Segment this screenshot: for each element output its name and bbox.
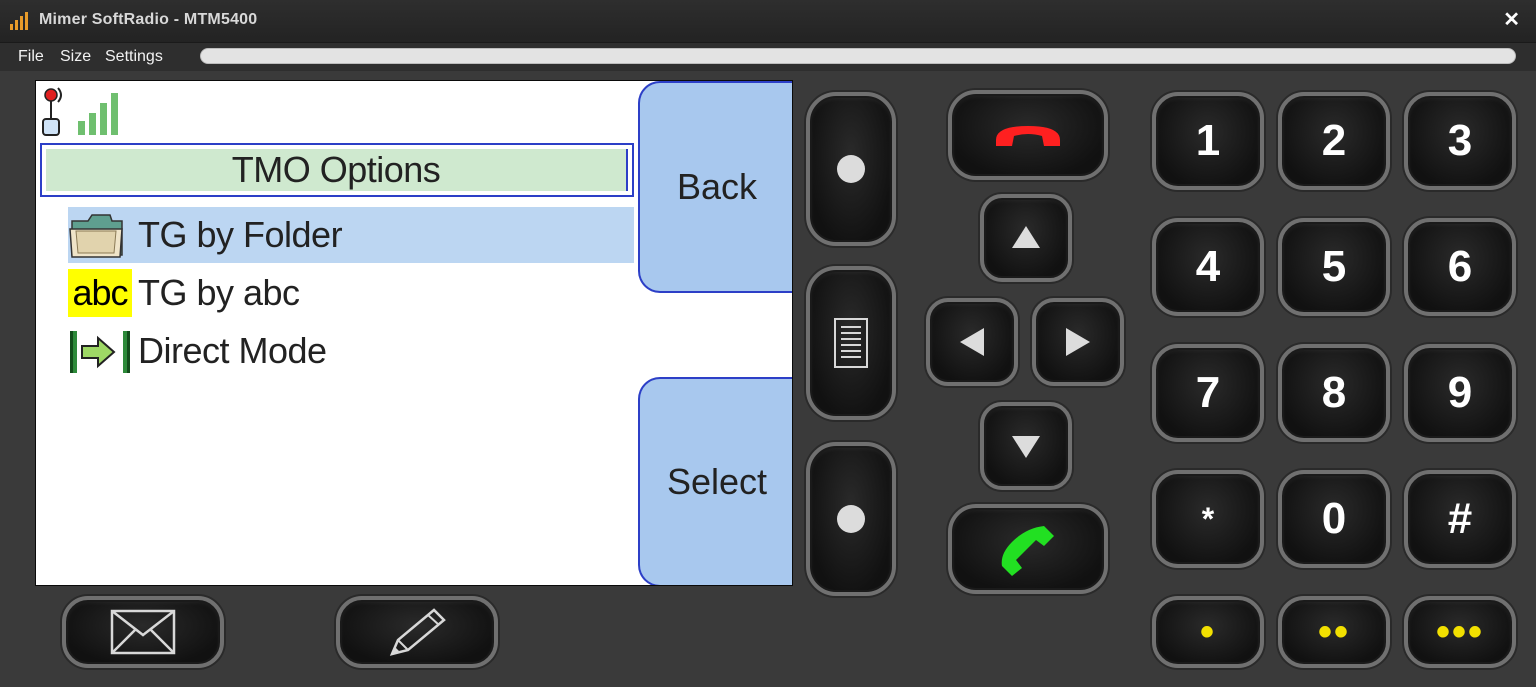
key-0[interactable]: 0 [1278,470,1390,568]
arrow-up-icon [1012,226,1040,248]
status-progress-bar [200,48,1516,64]
list-item-label: TG by Folder [138,214,343,255]
key-label: 9 [1447,368,1473,417]
start-call-button[interactable] [948,504,1108,594]
key-label: 5 [1321,242,1347,291]
edit-button[interactable] [336,596,498,668]
nav-up-button[interactable] [980,194,1072,282]
arrow-down-icon [1012,436,1040,458]
key-9[interactable]: 9 [1404,344,1516,442]
key-label: 2 [1321,116,1347,165]
menu-settings[interactable]: Settings [105,48,163,66]
signal-bars-icon [10,12,28,30]
key-label: # [1447,494,1473,543]
menu-button[interactable] [806,266,896,420]
key-hash[interactable]: # [1404,470,1516,568]
call-icon [1001,526,1054,576]
key-2[interactable]: 2 [1278,92,1390,190]
close-button[interactable]: ✕ [1503,9,1520,31]
key-5[interactable]: 5 [1278,218,1390,316]
menu-list-icon [834,318,868,368]
key-label: 7 [1195,368,1221,417]
key-3[interactable]: 3 [1404,92,1516,190]
menu-header: TMO Options [40,143,634,197]
quick-key-2[interactable]: •• [1278,596,1390,668]
key-label: 3 [1447,116,1473,165]
dot-indicator-1: • [1199,610,1216,654]
list-item-tg-by-abc[interactable]: abc TG by abc [68,265,634,321]
list-item-direct-mode[interactable]: Direct Mode [68,323,634,379]
quick-key-1[interactable]: • [1152,596,1264,668]
envelope-icon [110,609,176,655]
arrow-left-icon [960,328,984,356]
key-label: * [1201,500,1215,537]
end-call-icon [996,126,1060,146]
nav-left-button[interactable] [926,298,1018,386]
menu-size[interactable]: Size [60,48,91,66]
end-call-button[interactable] [948,90,1108,180]
abc-icon: abc [68,269,132,317]
list-item-label: TG by abc [138,272,300,313]
menu-header-title: TMO Options [46,149,628,191]
messages-button[interactable] [62,596,224,668]
key-8[interactable]: 8 [1278,344,1390,442]
key-label: 1 [1195,116,1221,165]
list-item-label: Direct Mode [138,330,327,371]
key-star[interactable]: * [1152,470,1264,568]
key-label: 4 [1195,242,1221,291]
key-label: 8 [1321,368,1347,417]
list-item-tg-by-folder[interactable]: TG by Folder [68,207,634,263]
dot-icon [837,155,865,183]
window-title: Mimer SoftRadio - MTM5400 [39,11,258,28]
softkey-back[interactable]: Back [638,81,792,293]
dot-indicator-2: •• [1317,610,1350,654]
softkey-left-upper-button[interactable] [806,92,896,246]
direct-mode-icon [70,331,130,373]
key-7[interactable]: 7 [1152,344,1264,442]
title-bar: Mimer SoftRadio - MTM5400 ✕ [0,0,1536,43]
nav-right-button[interactable] [1032,298,1124,386]
dot-indicator-3: ••• [1435,610,1484,654]
menu-file[interactable]: File [18,48,44,66]
pencil-icon [389,608,446,656]
softkey-select[interactable]: Select [638,377,792,585]
softkey-left-lower-button[interactable] [806,442,896,596]
key-4[interactable]: 4 [1152,218,1264,316]
key-label: 0 [1321,494,1347,543]
signal-strength-icon [42,87,118,136]
radio-display: TMO Options TG by Folder abc TG by abc D… [35,80,793,586]
key-label: 6 [1447,242,1473,291]
folder-icon [69,214,123,258]
key-6[interactable]: 6 [1404,218,1516,316]
dot-icon [837,505,865,533]
arrow-right-icon [1066,328,1090,356]
quick-key-3[interactable]: ••• [1404,596,1516,668]
key-1[interactable]: 1 [1152,92,1264,190]
nav-down-button[interactable] [980,402,1072,490]
